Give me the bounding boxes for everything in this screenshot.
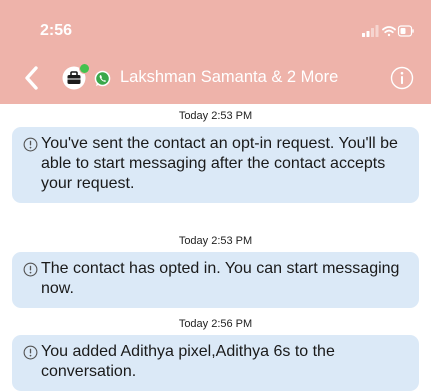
info-circle-icon <box>23 345 38 360</box>
chevron-left-icon[interactable] <box>22 65 42 91</box>
system-message: The contact has opted in. You can start … <box>12 252 419 308</box>
system-message-text: You added Adithya pixel,Adithya 6s to th… <box>41 343 335 380</box>
whatsapp-icon <box>94 70 111 87</box>
info-circle-icon <box>23 137 38 152</box>
conversation-header: 2:56 Lakshman Samanta & 2 More <box>0 0 431 104</box>
message-timestamp: Today 2:53 PM <box>178 110 253 122</box>
contact-title[interactable]: Lakshman Samanta & 2 More <box>120 68 338 87</box>
online-status-dot <box>79 63 90 74</box>
status-bar-time: 2:56 <box>40 22 73 39</box>
signal-icon <box>362 25 379 37</box>
battery-icon <box>397 25 414 37</box>
system-message: You added Adithya pixel,Adithya 6s to th… <box>12 335 419 391</box>
system-message-text: You've sent the contact an opt-in reques… <box>41 135 398 192</box>
info-icon[interactable] <box>390 66 414 90</box>
status-bar-icons <box>362 24 414 43</box>
system-message: You've sent the contact an opt-in reques… <box>12 127 419 203</box>
system-message-text: The contact has opted in. You can start … <box>41 260 400 297</box>
message-timestamp: Today 2:56 PM <box>178 318 253 330</box>
nav-bar: Lakshman Samanta & 2 More <box>0 58 431 98</box>
message-timestamp: Today 2:53 PM <box>178 235 253 247</box>
wifi-icon <box>382 26 396 37</box>
info-circle-icon <box>23 262 38 277</box>
